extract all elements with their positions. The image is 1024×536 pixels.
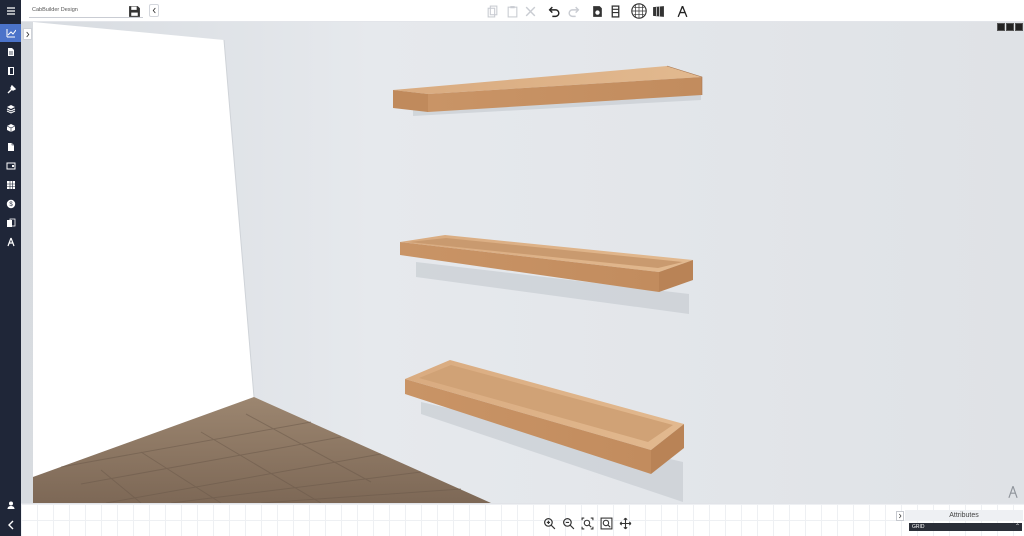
view-3d-icon[interactable]: [1015, 23, 1023, 31]
attributes-selected-value: GRID: [912, 524, 925, 530]
zoom-fit-icon[interactable]: [579, 515, 595, 531]
zoom-tools: [541, 515, 633, 531]
zoom-out-icon[interactable]: [560, 515, 576, 531]
app-window: $ CabBuilder Design Attributes GRID ⌃: [0, 0, 1024, 536]
settings-doc-icon[interactable]: [588, 2, 606, 20]
attributes-panel: Attributes GRID ⌃: [896, 510, 1023, 536]
user-icon[interactable]: [0, 496, 21, 514]
undo-icon[interactable]: [545, 2, 563, 20]
tools-icon[interactable]: [0, 81, 21, 99]
bottom-toolbar: Attributes GRID ⌃: [21, 503, 1024, 536]
paste-icon[interactable]: [503, 2, 521, 20]
view-2d-icon[interactable]: [997, 23, 1005, 31]
redo-icon[interactable]: [564, 2, 582, 20]
wall-view-icon[interactable]: [649, 2, 667, 20]
collapse-panel-button[interactable]: [149, 4, 159, 17]
copy-icon[interactable]: [483, 2, 501, 20]
save-icon[interactable]: [125, 2, 143, 20]
menu-icon[interactable]: [0, 2, 21, 20]
document-icon[interactable]: [0, 43, 21, 61]
north-compass-icon[interactable]: [1006, 485, 1020, 499]
box-icon[interactable]: [0, 119, 21, 137]
cabinet-icon[interactable]: [606, 2, 624, 20]
card-icon[interactable]: [0, 157, 21, 175]
view-mode-buttons: [997, 23, 1023, 31]
chart-icon[interactable]: [0, 24, 21, 42]
attributes-select[interactable]: GRID ⌃: [909, 523, 1022, 531]
design-viewport[interactable]: [21, 22, 1024, 503]
file-icon[interactable]: [0, 138, 21, 156]
left-sidebar: $: [0, 0, 21, 536]
zoom-selection-icon[interactable]: [598, 515, 614, 531]
top-toolbar: CabBuilder Design: [21, 0, 1024, 22]
expand-panel-button[interactable]: [23, 28, 32, 40]
dollar-icon[interactable]: $: [0, 195, 21, 213]
left-wall: [33, 22, 254, 477]
compass-tool-icon[interactable]: [673, 2, 691, 20]
layers-icon[interactable]: [0, 100, 21, 118]
panel-icon[interactable]: [0, 62, 21, 80]
copy-docs-icon[interactable]: [0, 214, 21, 232]
chevron-up-icon: ⌃: [1014, 524, 1020, 530]
delete-icon[interactable]: [521, 2, 539, 20]
zoom-in-icon[interactable]: [541, 515, 557, 531]
pan-icon[interactable]: [617, 515, 633, 531]
view-elevation-icon[interactable]: [1006, 23, 1014, 31]
back-icon[interactable]: [0, 516, 21, 534]
compass-icon[interactable]: [0, 233, 21, 251]
attributes-title: Attributes: [905, 510, 1023, 521]
grid-toggle-icon[interactable]: [630, 2, 648, 20]
attributes-toggle-button[interactable]: [896, 511, 904, 521]
table-icon[interactable]: [0, 176, 21, 194]
room-scene: [21, 22, 1024, 503]
